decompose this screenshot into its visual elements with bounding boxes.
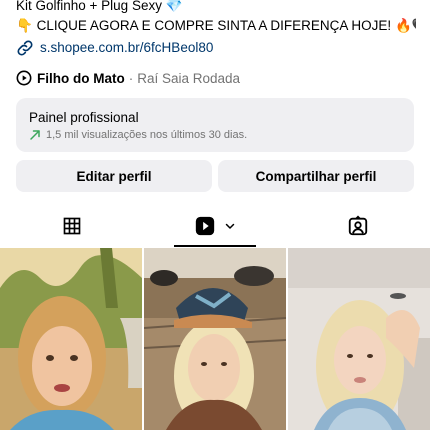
profile-actions: Editar perfil Compartilhar perfil (16, 160, 414, 192)
gem-icon: 💎 (165, 0, 183, 13)
panel-subtitle-row: 1,5 mil visualizações nos últimos 30 dia… (29, 129, 401, 141)
reel-thumbnail[interactable] (144, 248, 286, 430)
share-profile-button[interactable]: Compartilhar perfil (218, 160, 414, 192)
tab-tagged[interactable] (287, 205, 430, 247)
trending-up-icon (30, 130, 40, 140)
profile-music[interactable]: Filho do Mato · Raí Saia Rodada (16, 67, 240, 89)
reel-thumbnail-image (144, 248, 286, 430)
professional-dashboard[interactable]: Painel profissional 1,5 mil visualizaçõe… (16, 98, 414, 152)
link-icon (17, 40, 33, 56)
tagged-icon (349, 215, 368, 236)
pointing-down-icon: 👇 (16, 18, 33, 33)
edit-profile-button[interactable]: Editar perfil (16, 160, 212, 192)
bio-link[interactable]: s.shopee.com.br/6fcHBeol80 (16, 36, 416, 60)
bio-line-2: 👇 CLIQUE AGORA E COMPRE SINTA A DIFERENÇ… (16, 16, 416, 36)
bio-link-text[interactable]: s.shopee.com.br/6fcHBeol80 (40, 38, 213, 58)
reel-thumbnail-image (288, 248, 430, 430)
panel-title: Painel profissional (29, 110, 139, 125)
reel-thumbnail[interactable] (288, 248, 430, 430)
reel-thumbnail[interactable] (0, 248, 142, 430)
music-title: Filho do Mato (37, 70, 125, 86)
grid-icon (63, 217, 80, 235)
profile-tabs (0, 205, 430, 247)
music-separator: · (128, 70, 134, 86)
panel-subtitle: 1,5 mil visualizações nos últimos 30 dia… (46, 129, 248, 141)
tab-posts[interactable] (0, 205, 143, 247)
profile-bio: Kit Golfinho + Plug Sexy 💎 👇 CLIQUE AGOR… (16, 0, 416, 60)
tab-reels[interactable] (143, 205, 286, 247)
bio-line-1: Kit Golfinho + Plug Sexy 💎 (16, 0, 416, 16)
reels-grid (0, 248, 430, 430)
fire-heart-icon: 🔥🖤 (394, 18, 416, 33)
bio-line-2-text: CLIQUE AGORA E COMPRE SINTA A DIFERENÇA … (36, 18, 392, 33)
reels-icon (195, 216, 215, 236)
play-circle-icon (16, 70, 32, 86)
chevron-down-icon (225, 223, 235, 229)
reel-thumbnail-image (0, 248, 142, 430)
music-artist: Raí Saia Rodada (137, 70, 241, 86)
bio-line-1-text: Kit Golfinho + Plug Sexy (16, 0, 162, 13)
